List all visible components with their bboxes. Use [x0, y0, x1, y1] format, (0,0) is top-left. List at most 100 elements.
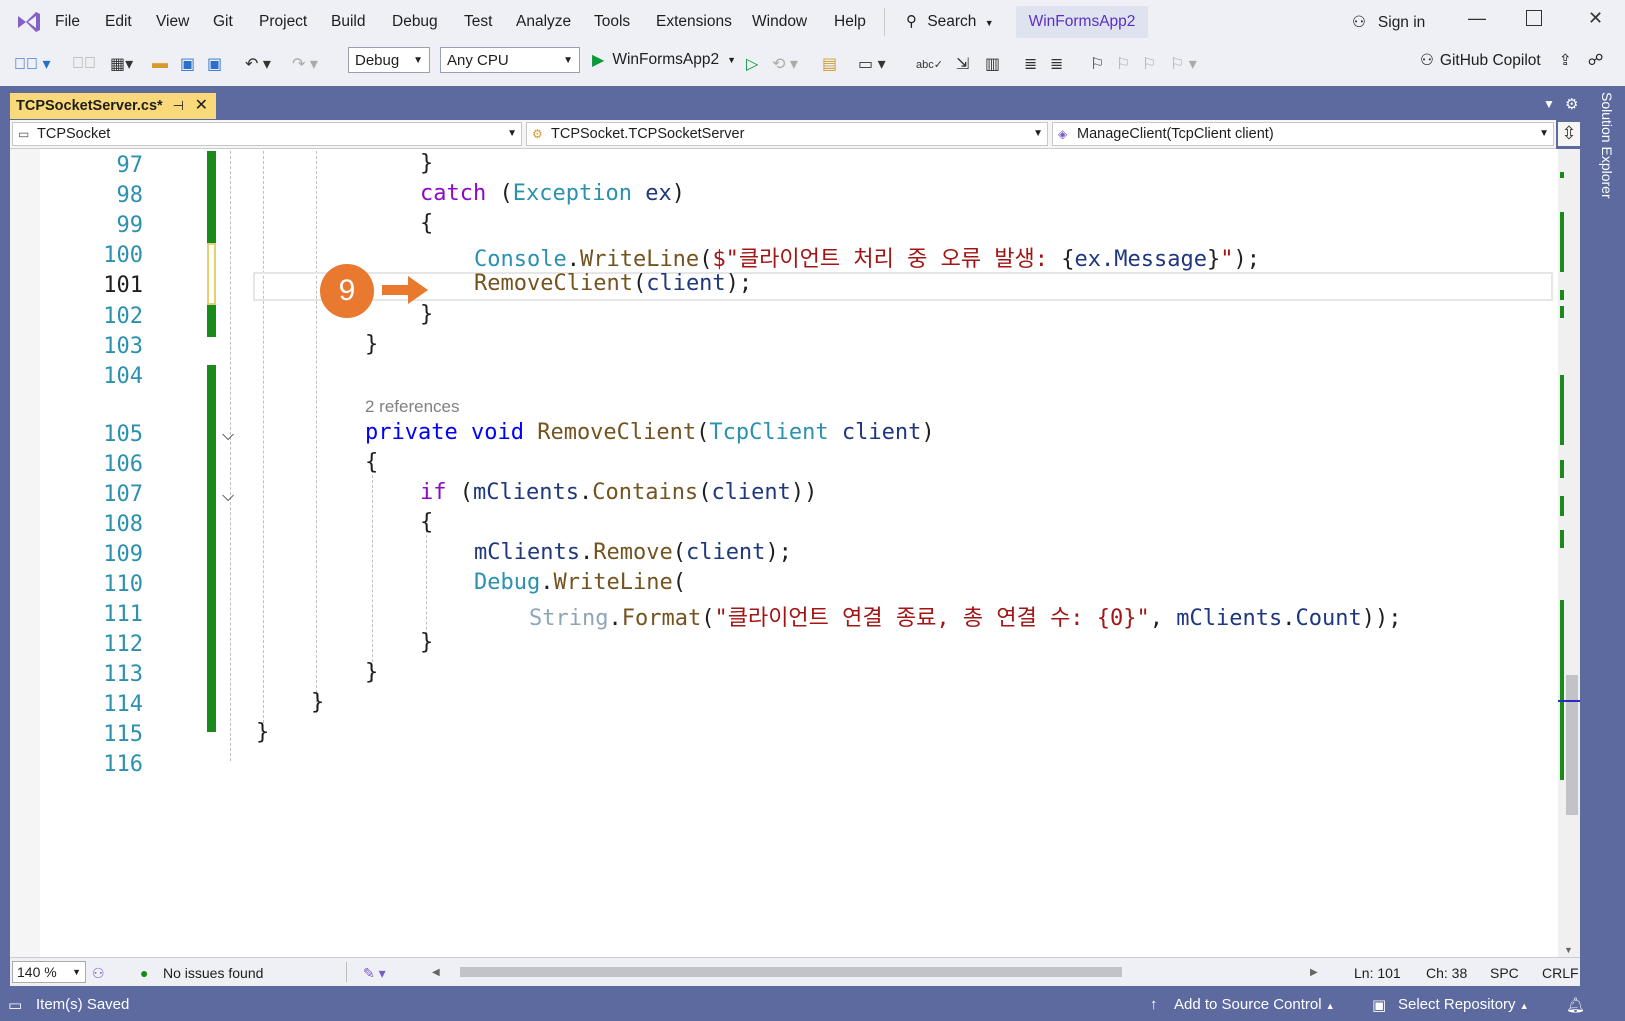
issues-status[interactable]: No issues found [163, 965, 263, 981]
code-cleanup-icon[interactable]: ✎ ▾ [363, 965, 386, 982]
change-bar [207, 151, 216, 243]
save-all-icon[interactable]: ▣ [207, 52, 222, 76]
project-value: TCPSocket [37, 126, 111, 142]
menu-test[interactable]: Test [464, 13, 492, 31]
maximize-button[interactable] [1526, 10, 1542, 26]
share-icon[interactable]: ⇪ [1559, 51, 1572, 70]
menu-analyze[interactable]: Analyze [516, 13, 571, 31]
line-number: 102 [103, 304, 143, 329]
outdent-icon[interactable]: ≣ [1050, 52, 1063, 76]
step-icon[interactable]: ⇲ [956, 52, 969, 76]
configuration-dropdown[interactable]: Debug ▼ [348, 47, 430, 73]
start-without-debugging-icon[interactable]: ▷ [746, 52, 758, 76]
menu-build[interactable]: Build [331, 13, 365, 31]
code-line-113: } [365, 660, 379, 685]
tab-list-dropdown-icon[interactable]: ▼ [1543, 97, 1555, 111]
indent-icon[interactable]: ≣ [1024, 52, 1037, 76]
chevron-down-icon: ▼ [72, 967, 81, 977]
chevron-up-icon: ▲ [1519, 1001, 1529, 1011]
scrollbar-thumb[interactable] [1566, 675, 1578, 815]
format-icon[interactable]: ▥ [985, 52, 1000, 76]
menu-git[interactable]: Git [213, 13, 233, 31]
search-button[interactable]: ⚲ Search ▼ [906, 12, 994, 31]
document-tab-active[interactable]: TCPSocketServer.cs* ⊣ ✕ [10, 93, 216, 119]
member-value: ManageClient(TcpClient client) [1077, 126, 1274, 142]
menu-view[interactable]: View [156, 13, 189, 31]
line-indicator[interactable]: Ln: 101 [1354, 965, 1401, 981]
collapse-icon[interactable]: ⌵ [222, 488, 234, 506]
change-marker [1560, 530, 1564, 548]
undo-icon[interactable]: ↶ ▾ [245, 52, 271, 76]
gear-icon[interactable]: ⚙ [1565, 95, 1578, 113]
navigate-back-icon[interactable]: ◀⃝ ▾ [14, 52, 50, 76]
column-indicator[interactable]: Ch: 38 [1426, 965, 1467, 981]
sign-in-button[interactable]: ⚇ Sign in [1352, 13, 1425, 32]
ide-status-bar: ▭ Item(s) Saved ↑ Add to Source Control … [0, 988, 1625, 1021]
project-name-badge[interactable]: WinFormsApp2 [1016, 6, 1148, 38]
menu-file[interactable]: File [55, 13, 80, 31]
feedback-icon[interactable]: ☍ [1588, 51, 1604, 70]
line-number: 104 [103, 364, 143, 389]
minimize-button[interactable]: — [1468, 8, 1486, 29]
add-to-source-control-button[interactable]: Add to Source Control ▲ [1174, 996, 1335, 1013]
line-number: 106 [103, 452, 143, 477]
code-lens-references[interactable]: 2 references [365, 397, 460, 417]
code-line-100: Console.WriteLine($"클라이언트 처리 중 오류 발생: {e… [474, 247, 1260, 272]
new-project-icon[interactable]: ▦▾ [110, 52, 133, 76]
scroll-left-icon[interactable]: ◀ [432, 967, 440, 978]
line-ending-indicator[interactable]: CRLF [1542, 965, 1579, 981]
step-number-badge: 9 [320, 264, 374, 318]
github-copilot-button[interactable]: ⚇ GitHub Copilot ⇪ ☍ [1420, 51, 1603, 70]
scroll-right-icon[interactable]: ▶ [1310, 967, 1318, 978]
close-window-button[interactable]: ✕ [1588, 8, 1603, 29]
chevron-down-icon: ▼ [563, 55, 573, 66]
split-editor-icon[interactable]: ⇳ [1558, 122, 1580, 146]
configuration-value: Debug [355, 52, 400, 69]
start-debugging-button[interactable]: ▶ WinFormsApp2 ▼ [592, 50, 736, 70]
zoom-dropdown[interactable]: 140 % ▼ [12, 961, 86, 983]
redo-icon[interactable]: ↷ ▾ [292, 52, 318, 76]
hot-reload-icon[interactable]: ⟲ ▾ [772, 52, 798, 76]
project-dropdown[interactable]: ▭ TCPSocket ▼ [12, 122, 522, 146]
pin-icon[interactable]: ⊣ [173, 93, 184, 119]
line-number: 108 [103, 512, 143, 537]
save-icon[interactable]: ▣ [180, 52, 195, 76]
intellicode-icon[interactable]: ⚇ [92, 965, 105, 982]
code-line-98: catch (Exception ex) [420, 181, 685, 206]
menu-debug[interactable]: Debug [392, 13, 438, 31]
document-tab-label: TCPSocketServer.cs* [16, 98, 163, 114]
whitespace-indicator[interactable]: SPC [1490, 965, 1519, 981]
close-tab-icon[interactable]: ✕ [195, 93, 208, 119]
platform-value: Any CPU [447, 52, 509, 69]
next-bookmark-icon[interactable]: ⚐ [1142, 52, 1156, 76]
code-line-108: { [420, 510, 434, 535]
bookmark-icon[interactable]: ⚐ [1090, 52, 1104, 76]
scroll-down-icon[interactable]: ▼ [1564, 945, 1573, 955]
class-value: TCPSocket.TCPSocketServer [551, 126, 745, 142]
editor-left-margin [10, 149, 40, 957]
horizontal-scrollbar-thumb[interactable] [460, 967, 1122, 977]
select-repository-button[interactable]: Select Repository ▲ [1398, 996, 1529, 1013]
class-dropdown[interactable]: ⚙ TCPSocket.TCPSocketServer ▼ [526, 122, 1048, 146]
change-marker [1560, 375, 1564, 445]
menu-extensions[interactable]: Extensions [656, 13, 732, 31]
clear-bookmarks-icon[interactable]: ⚐ ▾ [1170, 52, 1197, 76]
open-folder-icon[interactable]: ▬ [152, 52, 168, 76]
menu-edit[interactable]: Edit [105, 13, 132, 31]
visual-studio-logo-icon[interactable] [14, 8, 44, 36]
layout-icon[interactable]: ▭ ▾ [858, 52, 886, 76]
notifications-icon[interactable]: 🔔︎ [1566, 996, 1585, 1014]
toolbar: ◀⃝ ▾ ▶⃝ ▦▾ ▬ ▣ ▣ ↶ ▾ ↷ ▾ ▷ ⟲ ▾ ▤ ▭ ▾ abc… [0, 44, 1625, 86]
platform-dropdown[interactable]: Any CPU ▼ [440, 47, 580, 73]
solution-icon[interactable]: ▤ [822, 52, 837, 76]
member-dropdown[interactable]: ◈ ManageClient(TcpClient client) ▼ [1052, 122, 1554, 146]
prev-bookmark-icon[interactable]: ⚐ [1116, 52, 1130, 76]
menu-tools[interactable]: Tools [594, 13, 630, 31]
solution-explorer-tab[interactable]: Solution Explorer [1591, 92, 1615, 212]
menu-window[interactable]: Window [752, 13, 807, 31]
menu-project[interactable]: Project [259, 13, 307, 31]
spellcheck-icon[interactable]: abc✓ [916, 52, 943, 76]
menu-help[interactable]: Help [834, 13, 866, 31]
collapse-icon[interactable]: ⌵ [222, 427, 234, 445]
navigate-forward-icon[interactable]: ▶⃝ [72, 52, 96, 76]
